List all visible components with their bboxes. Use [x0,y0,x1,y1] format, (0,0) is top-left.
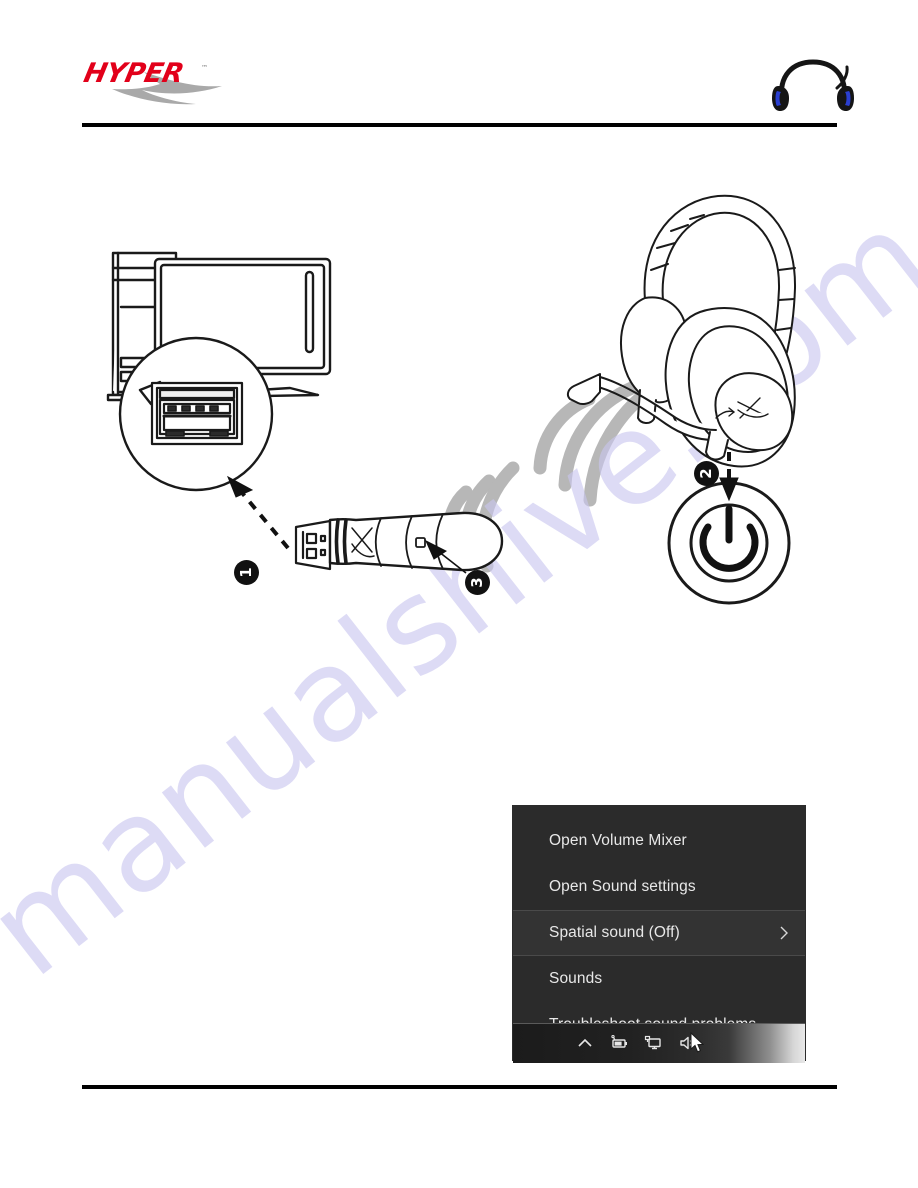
callout-badge-1: 1 [234,560,259,585]
menu-item-spatial-sound[interactable]: Spatial sound (Off) [513,910,805,956]
menu-item-open-sound-settings[interactable]: Open Sound settings [513,864,805,910]
menu-top-padding [513,806,805,818]
show-hidden-icons-chevron-up-icon[interactable] [575,1033,595,1053]
menu-item-sounds[interactable]: Sounds [513,956,805,1002]
manual-page: manualshive.com HYPER ™ 1 2 3 Open Volum… [0,0,918,1188]
hyperx-logo: HYPER ™ [82,56,242,108]
menu-item-label: Open Volume Mixer [549,832,687,849]
wireless-headset-photo [768,58,860,116]
svg-text:HYPER: HYPER [82,58,186,89]
footer-divider [82,1085,837,1089]
menu-item-open-volume-mixer[interactable]: Open Volume Mixer [513,818,805,864]
header-divider [82,123,837,127]
svg-text:™: ™ [201,64,208,72]
page-header: HYPER ™ [0,0,918,130]
menu-item-label: Spatial sound (Off) [549,924,680,941]
menu-item-label: Open Sound settings [549,878,696,895]
sound-context-menu[interactable]: Open Volume Mixer Open Sound settings Sp… [513,806,805,1060]
chevron-right-icon [777,926,791,940]
menu-item-label: Sounds [549,970,603,987]
callout-badge-3: 3 [465,570,490,595]
windows-taskbar[interactable] [513,1023,805,1063]
battery-icon[interactable] [609,1033,629,1053]
mouse-cursor-icon [690,1032,706,1054]
network-icon[interactable] [643,1033,663,1053]
system-tray [575,1023,697,1063]
callout-badge-2: 2 [694,461,719,486]
